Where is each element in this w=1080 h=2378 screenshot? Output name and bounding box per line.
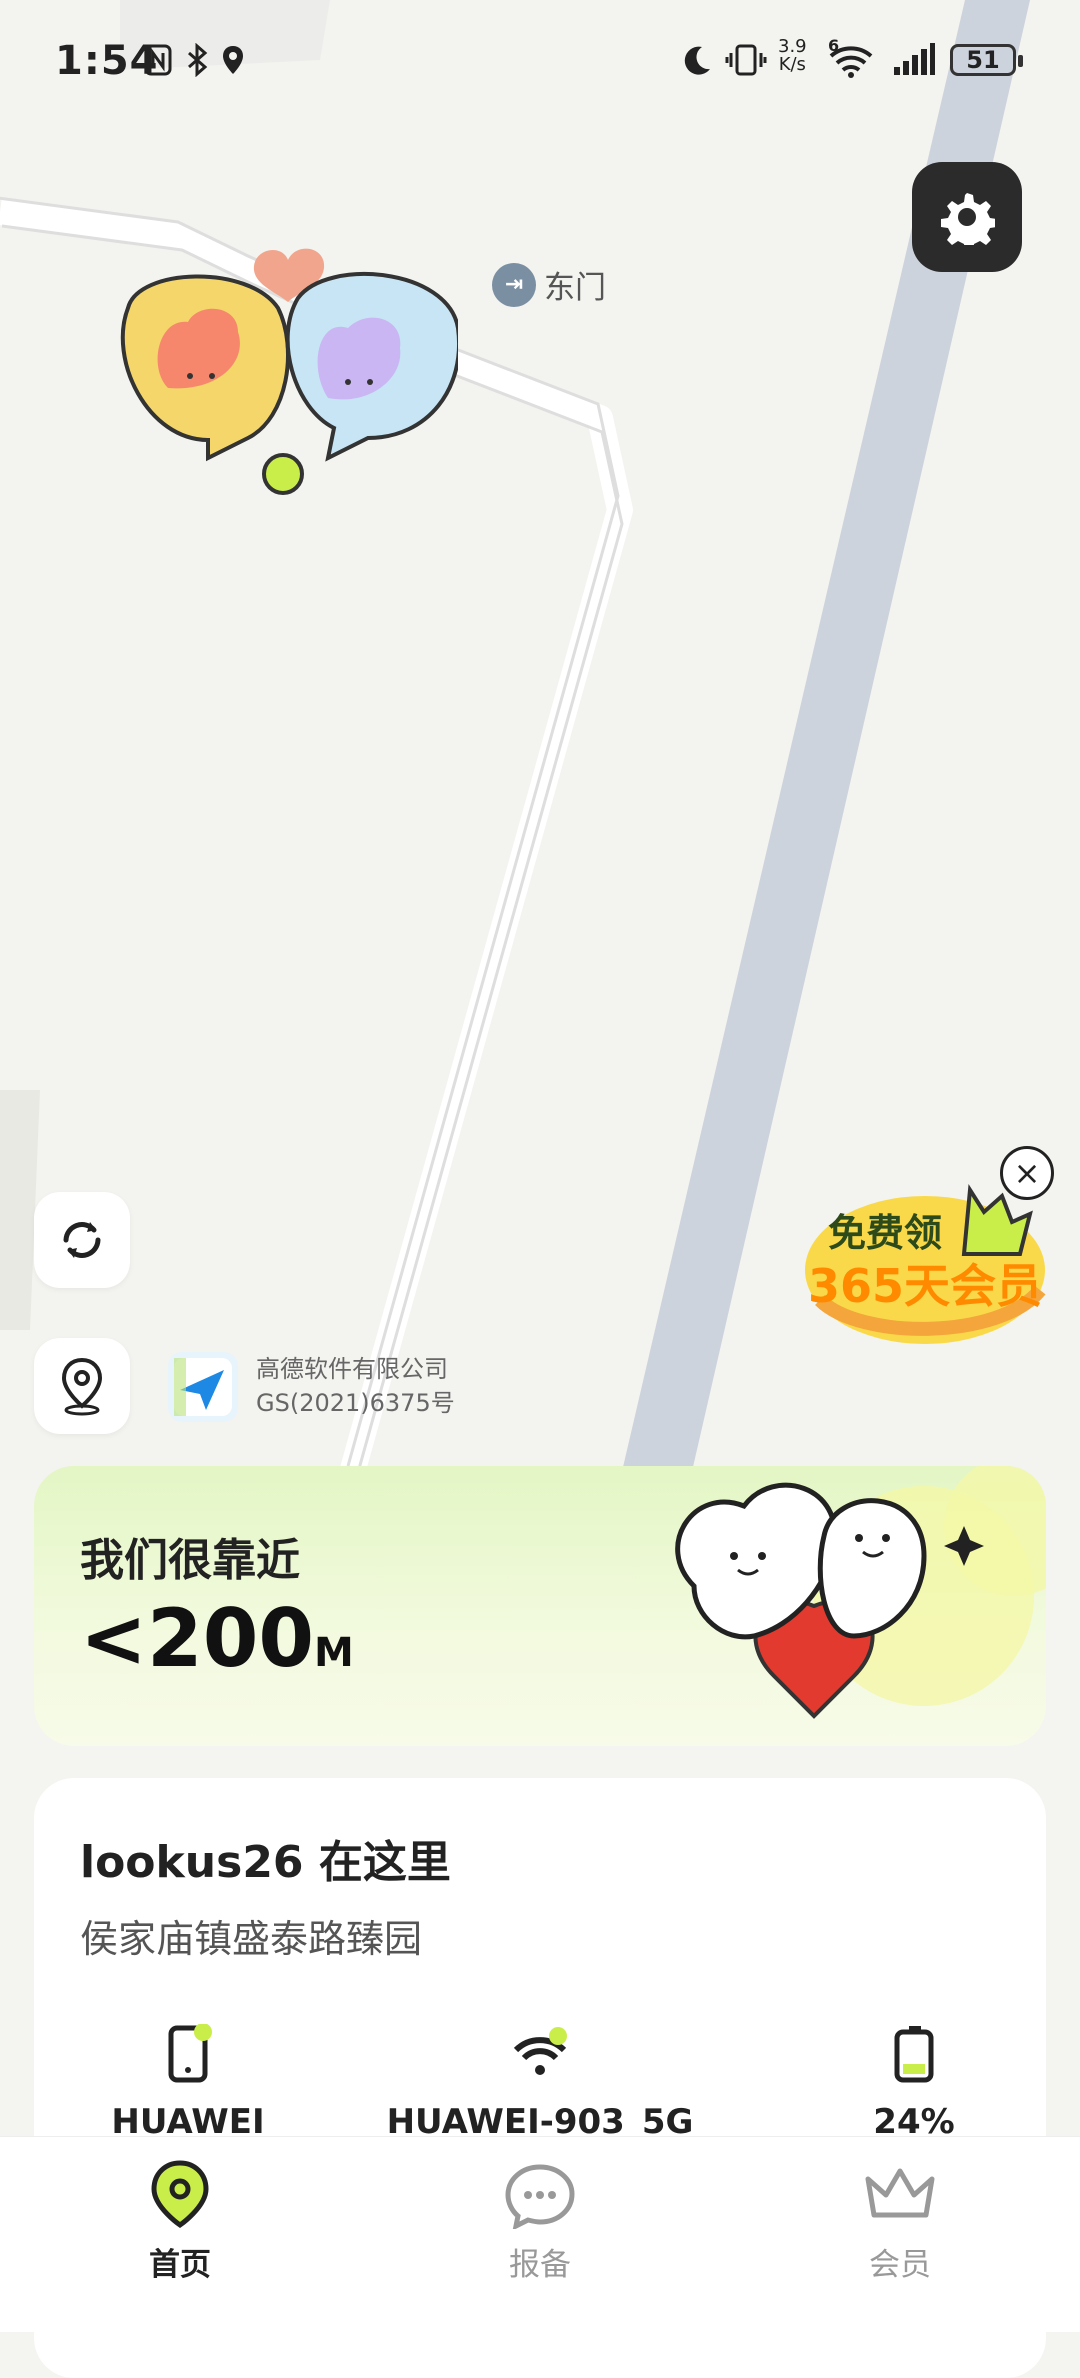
- phone-icon: [156, 2022, 220, 2086]
- location-icon: [61, 1357, 103, 1416]
- poi-east-gate[interactable]: ⇥ 东门: [492, 262, 606, 307]
- proximity-title: 我们很靠近: [80, 1535, 300, 1586]
- vibrate-icon: [724, 40, 768, 80]
- nav-vip[interactable]: 会员: [800, 2155, 1000, 2284]
- device-battery: 24%: [754, 2022, 1074, 2142]
- map-view[interactable]: ⇥ 东门 高德软件有限公司 GS(2021)6375号 免费领 365天会员 ×: [0, 0, 1080, 1480]
- amap-logo-icon: [174, 1358, 232, 1416]
- settings-button[interactable]: [912, 162, 1022, 272]
- nav-report-label: 报备: [509, 2247, 571, 2283]
- moon-icon: [676, 40, 716, 80]
- couple-illustration: [675, 1466, 1046, 1719]
- couple-avatar-marker[interactable]: [108, 248, 458, 498]
- nav-home-label: 首页: [149, 2247, 211, 2283]
- bottom-nav: 首页 报备 会员: [0, 2136, 1080, 2332]
- close-icon: ×: [1013, 1154, 1041, 1192]
- proximity-card[interactable]: 我们很靠近 <200M: [34, 1466, 1046, 1746]
- distance-unit: M: [314, 1630, 354, 1676]
- signal-icon: [890, 40, 938, 80]
- proximity-distance: <200M: [80, 1594, 354, 1698]
- location-address: 侯家庙镇盛泰路臻园: [80, 1917, 423, 1961]
- bluetooth-icon: [182, 40, 212, 80]
- amap-logo: [168, 1352, 238, 1422]
- location-pin-icon: [80, 2155, 280, 2235]
- nav-report[interactable]: 报备: [440, 2155, 640, 2284]
- distance-value: <200: [80, 1592, 315, 1685]
- refresh-button[interactable]: [34, 1192, 130, 1288]
- poi-pin-icon: ⇥: [492, 262, 536, 307]
- promo-line1: 免费领: [828, 1211, 943, 1255]
- device-model: HUAWEI: [28, 2022, 348, 2142]
- map-attribution: 高德软件有限公司 GS(2021)6375号: [256, 1352, 455, 1420]
- poi-label: 东门: [544, 270, 606, 306]
- refresh-icon: [63, 1222, 101, 1258]
- promo-line2: 365天会员: [808, 1259, 1043, 1313]
- wifi-badge: 6: [828, 36, 840, 55]
- map-provider-name: 高德软件有限公司: [256, 1355, 448, 1383]
- wifi-status-icon: 6: [826, 36, 876, 80]
- net-speed: 3.9 K/s: [778, 38, 807, 74]
- gear-icon: [941, 193, 995, 245]
- battery-icon: [882, 2022, 946, 2086]
- battery-indicator: 51: [950, 44, 1023, 76]
- chat-bubble-icon: [440, 2155, 640, 2235]
- nav-home[interactable]: 首页: [80, 2155, 280, 2284]
- location-status-icon: [218, 40, 248, 80]
- status-bar: 1:54 3.9 K/s 6 51: [0, 0, 1080, 120]
- wifi-icon: [508, 2022, 572, 2086]
- locate-button[interactable]: [34, 1338, 130, 1434]
- location-title: lookus26 在这里: [80, 1837, 451, 1888]
- net-speed-unit: K/s: [778, 54, 806, 75]
- nav-vip-label: 会员: [869, 2247, 931, 2283]
- nfc-icon: [140, 40, 176, 80]
- map-license: GS(2021)6375号: [256, 1389, 455, 1417]
- promo-close-button[interactable]: ×: [1000, 1146, 1054, 1200]
- device-wifi: HUAWEI-903_5G: [380, 2022, 700, 2142]
- crown-icon: [800, 2155, 1000, 2235]
